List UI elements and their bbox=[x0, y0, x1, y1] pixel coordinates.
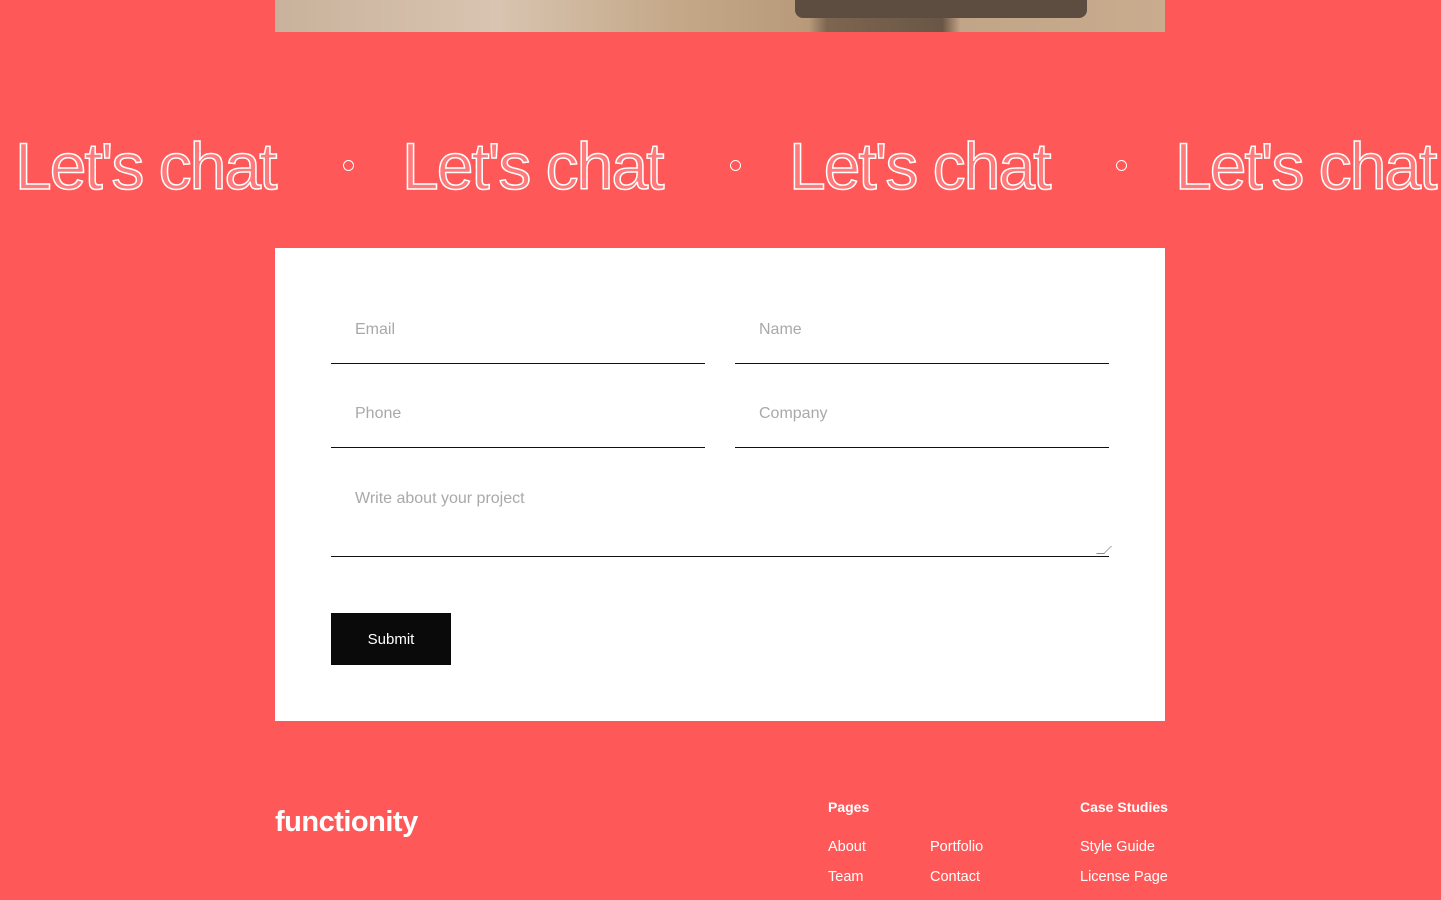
company-input[interactable] bbox=[735, 384, 1109, 444]
footer-link-portfolio[interactable]: Portfolio bbox=[930, 839, 983, 855]
footer-link-style-guide[interactable]: Style Guide bbox=[1080, 839, 1155, 855]
footer-link-contact[interactable]: Contact bbox=[930, 869, 980, 885]
marquee-text: Let's chat bbox=[788, 128, 1052, 204]
phone-input[interactable] bbox=[331, 384, 705, 444]
email-field-wrapper bbox=[331, 300, 705, 364]
submit-button[interactable]: Submit bbox=[331, 613, 451, 665]
marquee-dot-icon bbox=[343, 160, 354, 171]
contact-form: Submit bbox=[275, 248, 1165, 721]
marquee-dot-icon bbox=[1116, 160, 1127, 171]
email-input[interactable] bbox=[331, 300, 705, 360]
footer-link-about[interactable]: About bbox=[828, 839, 866, 855]
name-field-wrapper bbox=[735, 300, 1109, 364]
footer-link-license-page[interactable]: License Page bbox=[1080, 869, 1168, 885]
footer-link-team[interactable]: Team bbox=[828, 869, 863, 885]
message-field-wrapper bbox=[331, 472, 1112, 557]
laptop-image-detail bbox=[795, 0, 1087, 18]
marquee-text: Let's chat bbox=[1174, 128, 1438, 204]
name-input[interactable] bbox=[735, 300, 1109, 360]
marquee-text: Let's chat bbox=[401, 128, 665, 204]
phone-field-wrapper bbox=[331, 384, 705, 448]
marquee-dot-icon bbox=[730, 160, 741, 171]
hero-image bbox=[275, 0, 1165, 32]
case-studies-heading: Case Studies bbox=[1080, 799, 1168, 815]
lets-chat-marquee: Let's chat Let's chat Let's chat Let's c… bbox=[0, 128, 1441, 208]
pages-heading: Pages bbox=[828, 799, 870, 815]
footer-logo[interactable]: functionity bbox=[275, 806, 418, 839]
company-field-wrapper bbox=[735, 384, 1109, 448]
project-message-textarea[interactable] bbox=[331, 472, 1109, 556]
marquee-text: Let's chat bbox=[14, 128, 278, 204]
